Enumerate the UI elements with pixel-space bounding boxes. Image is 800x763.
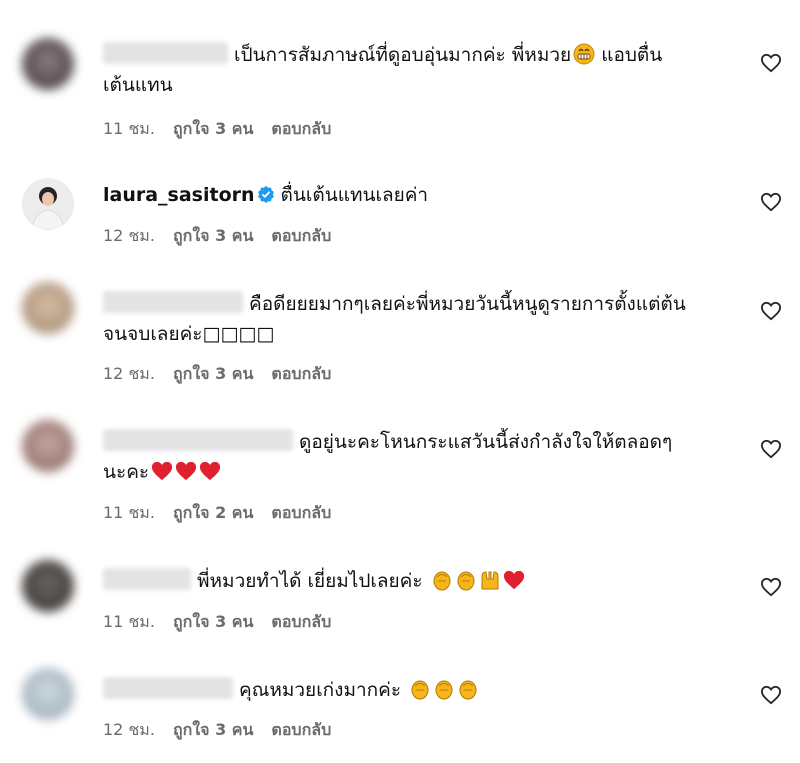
clapping-hands-emoji-icon [435, 680, 453, 700]
timestamp: 12 ชม. [103, 226, 155, 245]
timestamp: 12 ชม. [103, 720, 155, 739]
reply-button[interactable]: ตอบกลับ [271, 612, 331, 631]
comment-meta: 11 ชม. ถูกใจ 2 คน ตอบกลับ [103, 501, 349, 526]
comment-text: พี่หมวยทำได้ เยี่ยมไปเลยค่ะ [103, 566, 753, 596]
comment-text-line: คุณหมวยเก่งมากค่ะ [239, 679, 408, 701]
red-heart-emoji-icon [152, 461, 173, 481]
avatar[interactable] [22, 420, 74, 472]
heart-outline-icon[interactable] [760, 192, 782, 212]
clapping-hands-emoji-icon [457, 571, 475, 591]
clapping-hands-emoji-icon [433, 571, 451, 591]
likes-count[interactable]: ถูกใจ 3 คน [173, 119, 253, 138]
avatar[interactable] [22, 560, 74, 612]
timestamp: 11 ชม. [103, 119, 155, 138]
reply-button[interactable]: ตอบกลับ [271, 364, 331, 383]
username-blurred[interactable] [103, 291, 243, 313]
timestamp: 11 ชม. [103, 612, 155, 631]
comment-meta: 11 ชม. ถูกใจ 3 คน ตอบกลับ [103, 610, 349, 635]
comment-text: laura_sasitorn ตื่นเต้นแทนเลยค่า [103, 180, 753, 210]
avatar[interactable] [22, 38, 74, 90]
likes-count[interactable]: ถูกใจ 3 คน [173, 720, 253, 739]
username-blurred[interactable] [103, 568, 191, 590]
clapping-hands-emoji-icon [411, 680, 429, 700]
comment-meta: 12 ชม. ถูกใจ 3 คน ตอบกลับ [103, 224, 349, 249]
avatar[interactable] [22, 282, 74, 334]
timestamp: 11 ชม. [103, 503, 155, 522]
reply-button[interactable]: ตอบกลับ [271, 720, 331, 739]
raising-hands-emoji-icon [481, 571, 499, 590]
comment-text-line: นะคะ [103, 461, 150, 483]
reply-button[interactable]: ตอบกลับ [271, 503, 331, 522]
comment-text-line: ตื่นเต้นแทนเลยค่า [280, 184, 429, 206]
heart-outline-icon[interactable] [760, 577, 782, 597]
comment-text: เป็นการสัมภาษณ์ที่ดูอบอุ่นมากค่ะ พี่หมวย… [103, 40, 753, 100]
reply-button[interactable]: ตอบกลับ [271, 226, 331, 245]
comment-text-line: คือดียยยมากๆเลยค่ะพี่หมวยวันนี้หนูดูรายก… [249, 293, 686, 315]
username[interactable]: laura_sasitorn [103, 184, 255, 206]
comment-text-line: จนจบเลยค่ะ□□□□ [103, 323, 275, 345]
likes-count[interactable]: ถูกใจ 3 คน [173, 364, 253, 383]
comment-text-line: พี่หมวยทำได้ เยี่ยมไปเลยค่ะ [197, 570, 429, 592]
red-heart-emoji-icon [200, 461, 221, 481]
verified-badge-icon [257, 185, 274, 203]
comment-text-line: เป็นการสัมภาษณ์ที่ดูอบอุ่นมากค่ะ พี่หมวย [234, 44, 572, 66]
comment-meta: 11 ชม. ถูกใจ 3 คน ตอบกลับ [103, 117, 349, 142]
comment-text: คุณหมวยเก่งมากค่ะ [103, 675, 753, 705]
comment-text-line: แอบตื่น [595, 44, 663, 66]
profile-photo [31, 187, 65, 230]
heart-outline-icon[interactable] [760, 685, 782, 705]
likes-count[interactable]: ถูกใจ 3 คน [173, 226, 253, 245]
comment-meta: 12 ชม. ถูกใจ 3 คน ตอบกลับ [103, 362, 349, 387]
red-heart-emoji-icon [176, 461, 197, 481]
clapping-hands-emoji-icon [459, 680, 477, 700]
reply-button[interactable]: ตอบกลับ [271, 119, 331, 138]
username-blurred[interactable] [103, 429, 293, 451]
comment-text-line: ดูอยู่นะคะโหนกระแสวันนี้ส่งกำลังใจให้ตลอ… [299, 431, 673, 453]
heart-outline-icon[interactable] [760, 53, 782, 73]
comment-text: คือดียยยมากๆเลยค่ะพี่หมวยวันนี้หนูดูรายก… [103, 289, 753, 349]
comment-text-line: เต้นแทน [103, 74, 173, 96]
timestamp: 12 ชม. [103, 364, 155, 383]
likes-count[interactable]: ถูกใจ 3 คน [173, 612, 253, 631]
grin-emoji-icon [573, 43, 595, 65]
avatar[interactable] [22, 668, 74, 720]
likes-count[interactable]: ถูกใจ 2 คน [173, 503, 253, 522]
red-heart-emoji-icon [503, 570, 524, 590]
comment-text: ดูอยู่นะคะโหนกระแสวันนี้ส่งกำลังใจให้ตลอ… [103, 427, 753, 487]
avatar[interactable] [22, 178, 74, 230]
heart-outline-icon[interactable] [760, 439, 782, 459]
username-blurred[interactable] [103, 677, 233, 699]
username-blurred[interactable] [103, 42, 228, 64]
comment-meta: 12 ชม. ถูกใจ 3 คน ตอบกลับ [103, 718, 349, 743]
heart-outline-icon[interactable] [760, 301, 782, 321]
